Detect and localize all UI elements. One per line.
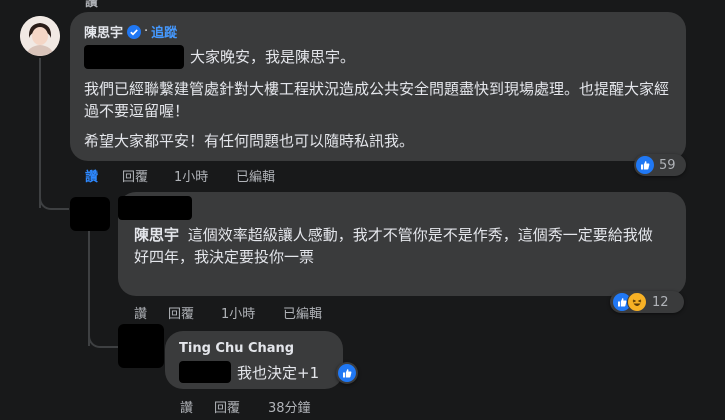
reaction-summary[interactable]: 12 xyxy=(610,291,684,313)
verified-badge-icon xyxy=(127,24,142,39)
avatar-portrait-icon xyxy=(20,16,60,56)
like-action[interactable]: 讚 xyxy=(180,397,193,416)
timestamp[interactable]: 1小時 xyxy=(174,166,208,185)
like-action[interactable]: 讚 xyxy=(85,166,98,185)
haha-reaction-icon xyxy=(627,292,647,312)
reply-bubble: Ting Chu Chang 我也決定+1 xyxy=(165,331,343,389)
follow-link[interactable]: 追蹤 xyxy=(151,22,177,41)
reaction-count: 12 xyxy=(652,294,669,310)
comment-author-name[interactable]: 陳思宇 xyxy=(84,22,123,41)
avatar[interactable] xyxy=(20,16,60,56)
comment-author-name[interactable]: Ting Chu Chang xyxy=(179,341,294,356)
comment-text-line1: 大家晚安，我是陳思宇。 xyxy=(190,48,356,66)
avatar[interactable] xyxy=(70,197,110,231)
reply-body: 這個效率超級讓人感動，我才不管你是不是作秀，這個秀一定要給我做好四年，我決定要投… xyxy=(134,226,653,266)
edited-label: 已編輯 xyxy=(283,307,323,322)
comment-text-para3: 希望大家都平安！有任何問題也可以隨時私訊我。 xyxy=(84,132,415,150)
reply-action[interactable]: 回覆 xyxy=(168,303,194,322)
reply-text: 我也決定+1 xyxy=(237,364,320,382)
reaction-summary[interactable]: 59 xyxy=(634,154,686,176)
thread-curve-reply2 xyxy=(88,318,118,348)
like-action[interactable]: 讚 xyxy=(134,303,147,322)
redacted-tag xyxy=(179,361,231,383)
timestamp[interactable]: 38分鐘 xyxy=(268,397,311,416)
like-reaction-icon xyxy=(636,156,654,174)
separator-dot: · xyxy=(144,24,149,39)
mention-tag[interactable]: 陳思宇 xyxy=(134,226,179,244)
reply-text: 陳思宇 這個效率超級讓人感動，我才不管你是不是作秀，這個秀一定要給我做好四年，我… xyxy=(134,224,664,268)
like-reaction-icon[interactable] xyxy=(336,362,358,384)
avatar[interactable] xyxy=(118,324,164,368)
previous-like-action[interactable]: 讚 xyxy=(85,0,98,10)
comment-bubble: 陳思宇 · 追蹤 大家晚安，我是陳思宇。 我們已經聯繫建管處針對大樓工程狀況造成… xyxy=(70,12,686,161)
reaction-count: 59 xyxy=(659,157,676,173)
reply-action[interactable]: 回覆 xyxy=(214,397,240,416)
edited-label: 已編輯 xyxy=(236,170,276,185)
comment-text-para2: 我們已經聯繫建管處針對大樓工程狀況造成公共安全問題盡快到現場處理。也提醒大家經過… xyxy=(84,80,670,120)
redacted-tag xyxy=(84,45,184,69)
timestamp[interactable]: 1小時 xyxy=(221,303,255,322)
reply-action[interactable]: 回覆 xyxy=(122,166,148,185)
redacted-author-name xyxy=(118,196,192,220)
thread-curve-reply1 xyxy=(39,180,69,210)
